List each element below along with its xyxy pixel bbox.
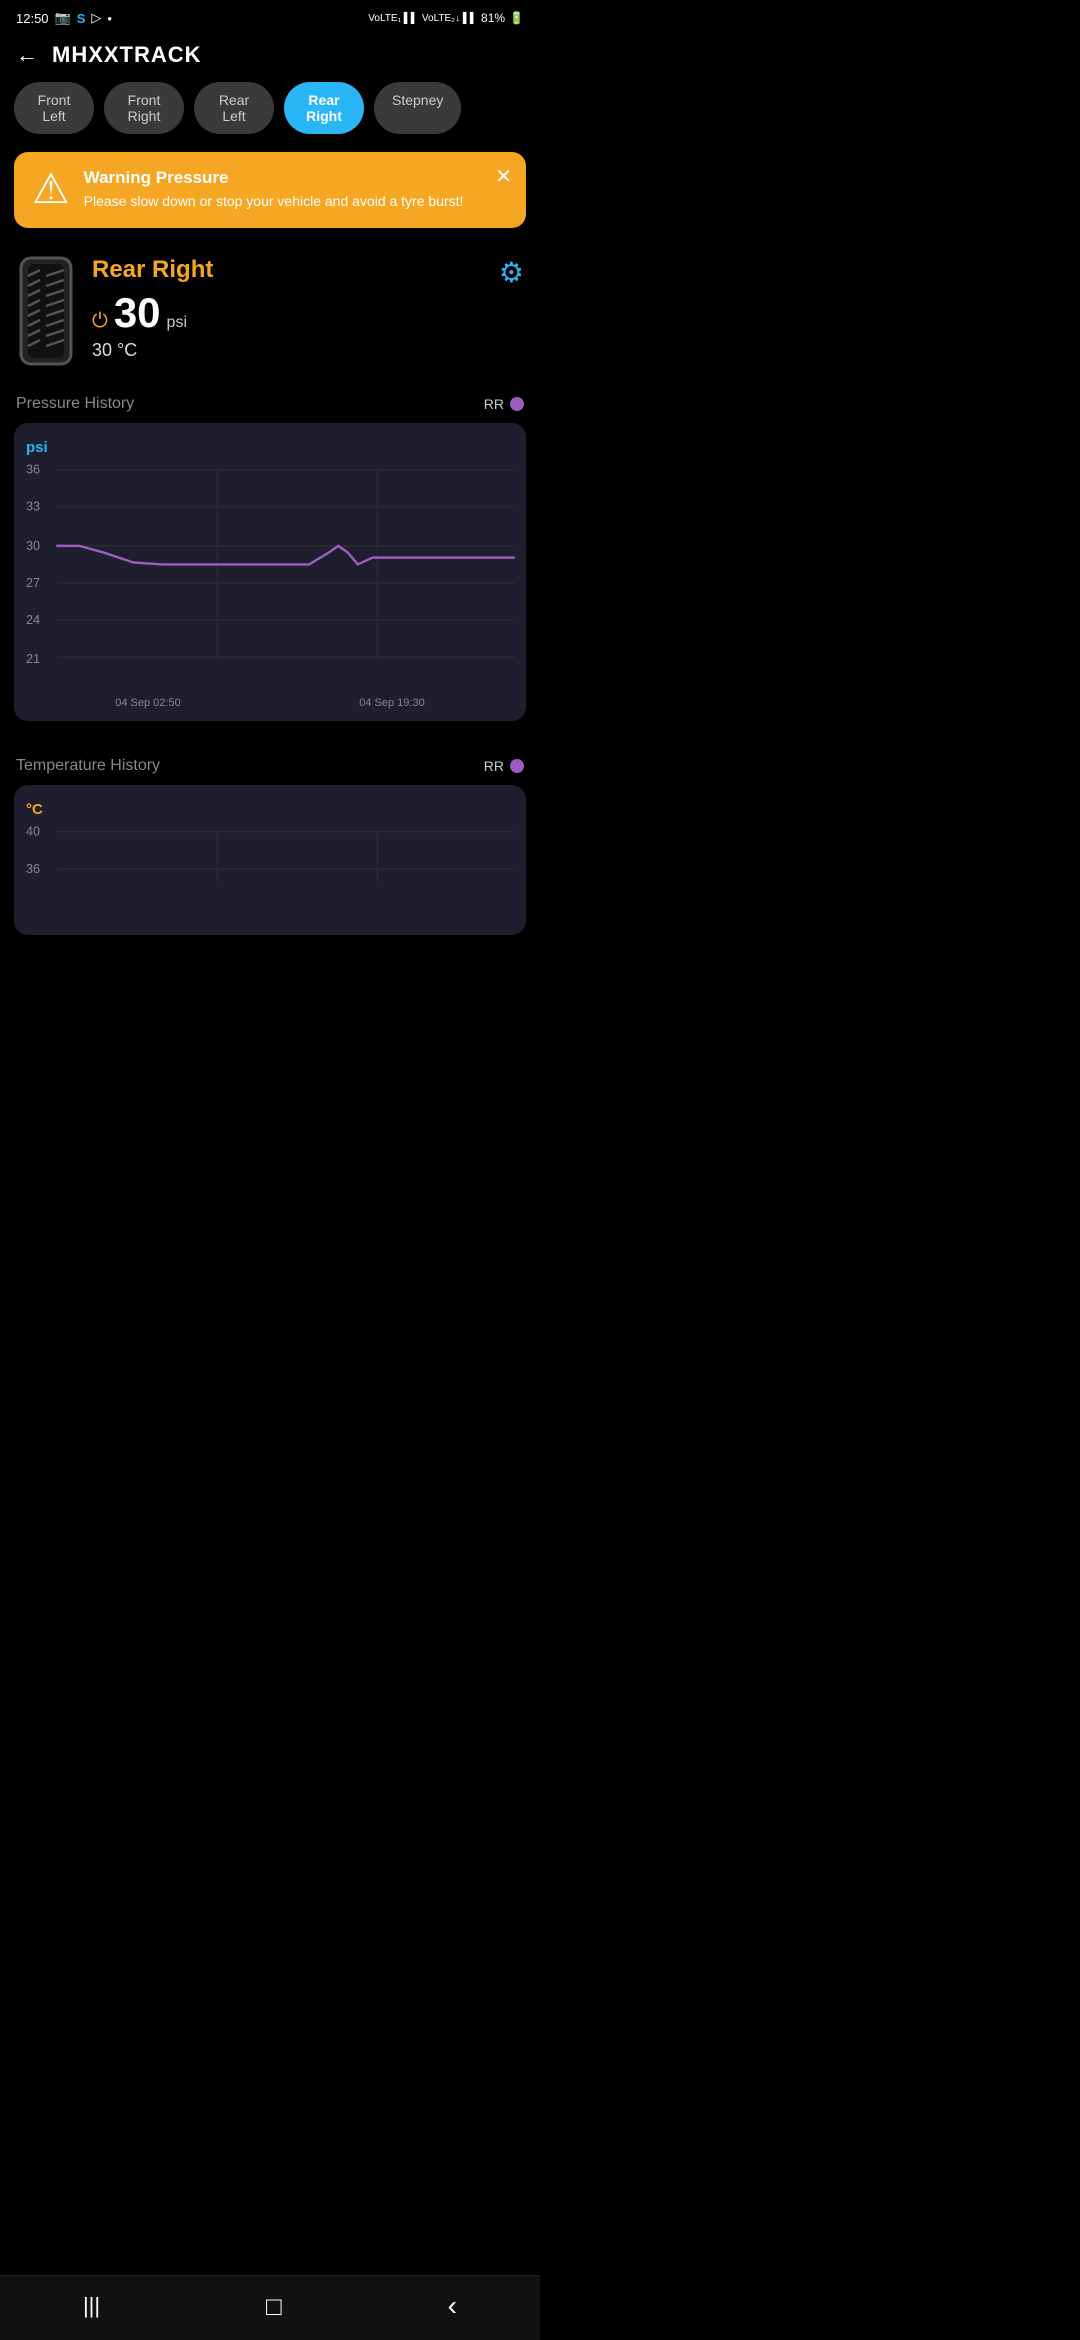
s-icon: S bbox=[77, 11, 86, 26]
temperature-unit-label: °C bbox=[26, 801, 514, 818]
settings-button[interactable]: ⚙ bbox=[499, 256, 524, 289]
warning-close-button[interactable]: ✕ bbox=[495, 164, 512, 189]
pressure-x-label-2: 04 Sep 19:30 bbox=[359, 697, 424, 709]
home-button[interactable]: □ bbox=[266, 2291, 282, 2322]
tabs-bar: FrontLeft FrontRight RearLeft RearRight … bbox=[0, 82, 540, 152]
tire-name: Rear Right bbox=[92, 256, 524, 284]
status-bar: 12:50 📷 S ▷ • VoLTE₁ ▌▌ VoLTE₂↓ ▌▌ 81% 🔋 bbox=[0, 0, 540, 32]
page-title: MHXXTRACK bbox=[52, 42, 202, 68]
pressure-history-header: Pressure History RR bbox=[0, 377, 540, 423]
temperature-chart: 40 36 bbox=[26, 822, 514, 905]
pressure-x-labels: 04 Sep 02:50 04 Sep 19:30 bbox=[26, 697, 514, 709]
pressure-legend: RR bbox=[484, 396, 524, 412]
play-icon: ▷ bbox=[91, 10, 101, 26]
svg-text:24: 24 bbox=[26, 613, 40, 627]
status-time: 12:50 bbox=[16, 11, 49, 26]
temperature-legend-dot bbox=[510, 759, 524, 773]
back-button[interactable]: ← bbox=[16, 42, 38, 68]
svg-text:30: 30 bbox=[26, 538, 40, 552]
svg-text:36: 36 bbox=[26, 462, 40, 476]
tire-info-card: Rear Right ⏻ 30 psi 30 °C ⚙ bbox=[0, 246, 540, 377]
pressure-chart: 36 33 30 27 24 21 bbox=[26, 460, 514, 689]
pressure-history-title: Pressure History bbox=[16, 395, 134, 413]
temperature-history-header: Temperature History RR bbox=[0, 739, 540, 785]
tab-rear-right[interactable]: RearRight bbox=[284, 82, 364, 134]
warning-text: Warning Pressure Please slow down or sto… bbox=[84, 168, 508, 212]
svg-text:33: 33 bbox=[26, 499, 40, 513]
pressure-legend-dot bbox=[510, 397, 524, 411]
back-nav-button[interactable]: ‹ bbox=[448, 2290, 457, 2322]
bottom-nav: ||| □ ‹ bbox=[0, 2275, 540, 2340]
warning-icon: ⚠ bbox=[32, 168, 70, 210]
pressure-unit-label: psi bbox=[26, 439, 514, 456]
svg-text:27: 27 bbox=[26, 575, 40, 589]
tire-pressure-row: ⏻ 30 psi bbox=[92, 292, 524, 334]
temperature-history-title: Temperature History bbox=[16, 757, 160, 775]
tab-front-right[interactable]: FrontRight bbox=[104, 82, 184, 134]
tab-front-left[interactable]: FrontLeft bbox=[14, 82, 94, 134]
menu-button[interactable]: ||| bbox=[83, 2293, 100, 2319]
warning-title: Warning Pressure bbox=[84, 168, 508, 188]
pressure-x-label-1: 04 Sep 02:50 bbox=[115, 697, 180, 709]
pressure-unit: psi bbox=[167, 314, 187, 332]
signal2-icon: VoLTE₂↓ ▌▌ bbox=[422, 13, 477, 24]
pressure-icon: ⏻ bbox=[92, 310, 108, 333]
status-right: VoLTE₁ ▌▌ VoLTE₂↓ ▌▌ 81% 🔋 bbox=[368, 11, 524, 25]
svg-text:40: 40 bbox=[26, 825, 40, 839]
photo-icon: 📷 bbox=[55, 10, 71, 26]
signal-icon: VoLTE₁ ▌▌ bbox=[368, 13, 418, 24]
svg-text:21: 21 bbox=[26, 652, 40, 666]
svg-text:36: 36 bbox=[26, 862, 40, 876]
pressure-value: 30 bbox=[114, 292, 161, 334]
tire-details: Rear Right ⏻ 30 psi 30 °C bbox=[92, 256, 524, 361]
tire-temperature: 30 °C bbox=[92, 340, 524, 361]
temperature-legend-label: RR bbox=[484, 758, 504, 774]
warning-description: Please slow down or stop your vehicle an… bbox=[84, 192, 508, 212]
tire-icon bbox=[16, 256, 76, 371]
warning-banner: ⚠ Warning Pressure Please slow down or s… bbox=[14, 152, 526, 228]
dot-icon: • bbox=[107, 11, 112, 26]
header: ← MHXXTRACK bbox=[0, 32, 540, 82]
pressure-chart-container: psi 36 33 30 27 24 21 04 Sep 02:5 bbox=[14, 423, 526, 721]
battery-label: 81% bbox=[481, 11, 505, 25]
temperature-legend: RR bbox=[484, 758, 524, 774]
pressure-legend-label: RR bbox=[484, 396, 504, 412]
tab-stepney[interactable]: Stepney bbox=[374, 82, 461, 134]
status-left: 12:50 📷 S ▷ • bbox=[16, 10, 112, 26]
tab-rear-left[interactable]: RearLeft bbox=[194, 82, 274, 134]
temperature-chart-container: °C 40 36 bbox=[14, 785, 526, 935]
battery-icon: 🔋 bbox=[509, 11, 524, 25]
